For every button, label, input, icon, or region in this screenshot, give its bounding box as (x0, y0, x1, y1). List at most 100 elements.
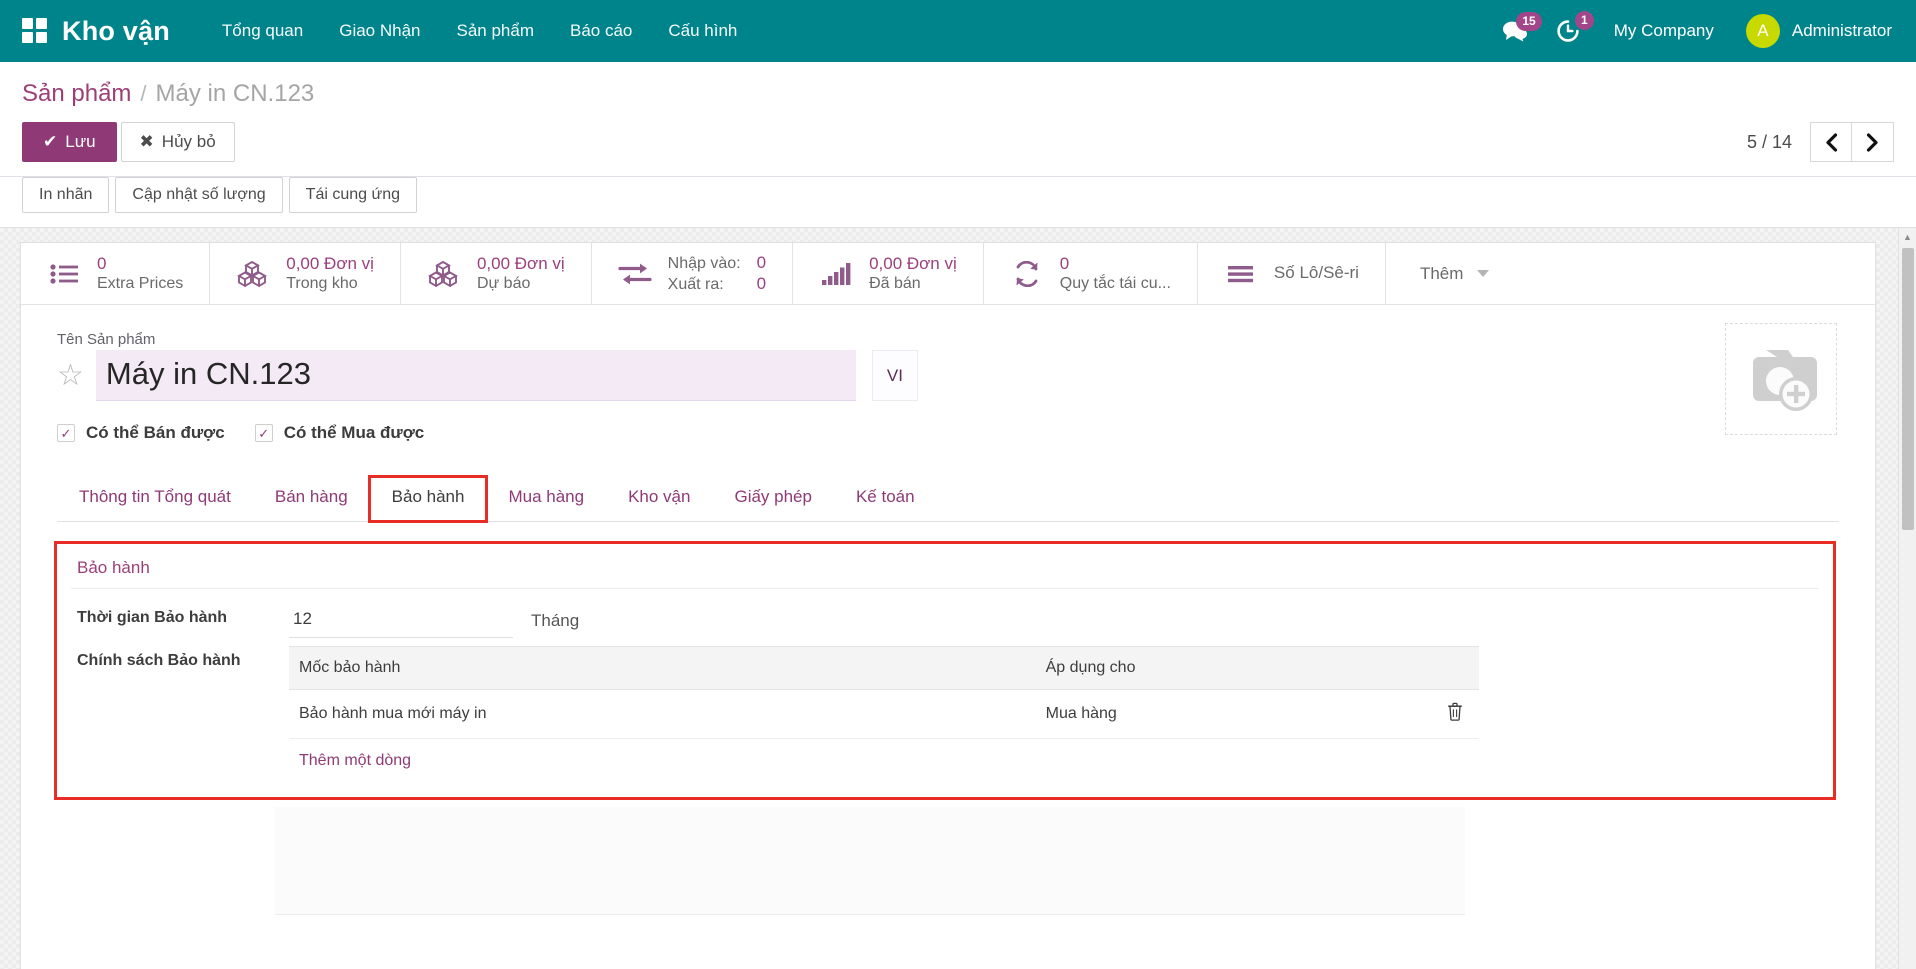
stat-in-value: 0 (757, 253, 766, 273)
language-badge[interactable]: VI (872, 350, 918, 401)
pager-next-button[interactable] (1852, 122, 1894, 162)
warranty-duration-input[interactable] (289, 603, 513, 638)
pager-previous-button[interactable] (1810, 122, 1852, 162)
top-navbar: Kho vận Tổng quan Giao Nhận Sản phẩm Báo… (0, 0, 1916, 62)
record-pager: 5 / 14 (1747, 122, 1894, 162)
activities-button[interactable]: 1 (1546, 13, 1596, 49)
stat-button-reordering-rules[interactable]: 0 Quy tắc tái cu... (984, 243, 1198, 304)
tab-pane-warranty: Bảo hành Thời gian Bảo hành Tháng Chính … (57, 522, 1839, 915)
print-label-button[interactable]: In nhãn (22, 177, 109, 213)
menu-item-bao-cao[interactable]: Báo cáo (552, 13, 650, 49)
stat-button-in-out[interactable]: Nhập vào: 0 Xuất ra: 0 (592, 243, 793, 304)
column-header-milestone[interactable]: Mốc bảo hành (289, 647, 1036, 690)
menu-item-cau-hinh[interactable]: Cấu hình (650, 13, 755, 49)
cubes-icon (236, 261, 270, 287)
checkbox-mark: ✓ (255, 424, 273, 442)
exchange-icon (618, 261, 652, 287)
update-quantity-button[interactable]: Cập nhật số lượng (115, 177, 282, 213)
company-switcher[interactable]: My Company (1598, 13, 1730, 49)
menu-item-tong-quan[interactable]: Tổng quan (204, 13, 321, 49)
scroll-up-icon[interactable]: ▲ (1899, 228, 1916, 246)
bars-icon (1224, 263, 1258, 285)
stat-more-label: Thêm (1420, 264, 1463, 284)
list-icon (47, 263, 81, 285)
product-image-upload[interactable] (1725, 323, 1837, 435)
tab-bao-hanh[interactable]: Bảo hành (370, 477, 487, 521)
activities-badge: 1 (1575, 11, 1594, 30)
trash-icon[interactable] (1447, 705, 1463, 725)
cell-applies-to[interactable]: Mua hàng (1036, 690, 1431, 739)
stat-out-value: 0 (757, 274, 766, 294)
stat-button-extra-prices[interactable]: 0 Extra Prices (21, 243, 210, 304)
breadcrumb-current: Máy in CN.123 (156, 80, 315, 108)
close-icon: ✖ (140, 132, 154, 152)
menu-item-san-pham[interactable]: Sản phẩm (439, 13, 553, 49)
navbar-right-group: 15 1 My Company A Administrator (1492, 8, 1898, 54)
table-add-row: Thêm một dòng (289, 739, 1479, 784)
tab-mua-hang[interactable]: Mua hàng (486, 477, 606, 521)
discard-button-label: Hủy bỏ (162, 132, 216, 152)
warranty-group-title: Bảo hành (71, 554, 1819, 589)
stat-label: Đã bán (869, 275, 921, 292)
stat-button-on-hand[interactable]: 0,00 Đơn vị Trong kho (210, 243, 401, 304)
stat-button-lot-serial[interactable]: Số Lô/Sê-ri (1198, 243, 1386, 304)
checkbox-can-be-sold[interactable]: ✓ Có thể Bán được (57, 423, 225, 443)
user-name: Administrator (1792, 21, 1892, 41)
menu-item-giao-nhan[interactable]: Giao Nhận (321, 13, 438, 49)
user-menu[interactable]: A Administrator (1732, 8, 1898, 54)
product-flags-row: ✓ Có thể Bán được ✓ Có thể Mua được (57, 423, 1839, 443)
stat-label: Trong kho (286, 275, 357, 292)
table-row[interactable]: Bảo hành mua mới máy in Mua hàng (289, 690, 1479, 739)
star-icon[interactable]: ☆ (57, 361, 84, 391)
breadcrumb-root[interactable]: Sản phẩm (22, 80, 131, 108)
breadcrumb: Sản phẩm / Máy in CN.123 (22, 62, 1894, 114)
warranty-duration-label: Thời gian Bảo hành (71, 595, 279, 627)
tab-giay-phep[interactable]: Giấy phép (712, 477, 834, 521)
tab-kho-van[interactable]: Kho vận (606, 477, 712, 521)
stat-in-label: Nhập vào: (668, 255, 741, 273)
stat-value: 0,00 Đơn vị (286, 254, 374, 273)
avatar: A (1746, 14, 1780, 48)
control-panel: Sản phẩm / Máy in CN.123 ✔ Lưu ✖ Hủy bỏ … (0, 62, 1916, 177)
pager-buttons (1810, 122, 1894, 162)
save-button[interactable]: ✔ Lưu (22, 122, 117, 162)
checkbox-mark: ✓ (57, 424, 75, 442)
product-name-input[interactable] (96, 350, 856, 401)
tab-ke-toan[interactable]: Kế toán (834, 477, 937, 521)
cell-delete[interactable] (1431, 690, 1479, 739)
chevron-right-icon (1866, 133, 1879, 152)
stat-value: 0 (97, 254, 106, 273)
stat-label: Extra Prices (97, 275, 183, 292)
bar-chart-icon (819, 262, 853, 286)
discard-button[interactable]: ✖ Hủy bỏ (121, 122, 235, 162)
content-scroll-area: 0 Extra Prices (0, 228, 1916, 969)
cell-milestone[interactable]: Bảo hành mua mới máy in (289, 690, 1036, 739)
apps-grid-icon[interactable] (22, 18, 48, 44)
checkbox-label: Có thể Bán được (86, 423, 225, 443)
replenish-button[interactable]: Tái cung ứng (289, 177, 417, 213)
column-header-applies-to[interactable]: Áp dụng cho (1036, 647, 1431, 690)
record-action-bar: In nhãn Cập nhật số lượng Tái cung ứng (0, 177, 1916, 228)
form-body: Tên Sản phẩm ☆ VI ✓ Có thể Bán được ✓ Có… (21, 305, 1875, 915)
stat-inout-grid: Nhập vào: 0 Xuất ra: 0 (668, 253, 766, 294)
form-notebook-tabs: Thông tin Tổng quát Bán hàng Bảo hành Mu… (57, 477, 1839, 522)
stat-button-row: 0 Extra Prices (21, 243, 1875, 305)
stat-button-sold[interactable]: 0,00 Đơn vị Đã bán (793, 243, 984, 304)
column-header-actions (1431, 647, 1479, 690)
stat-out-label: Xuất ra: (668, 276, 741, 294)
caret-down-icon (1477, 270, 1489, 277)
vertical-scrollbar[interactable]: ▲ ▼ (1898, 228, 1916, 969)
messages-button[interactable]: 15 (1492, 14, 1544, 48)
checkbox-can-be-purchased[interactable]: ✓ Có thể Mua được (255, 423, 425, 443)
add-a-line-button[interactable]: Thêm một dòng (289, 739, 421, 783)
warranty-duration-unit: Tháng (531, 611, 579, 631)
product-name-row: ☆ VI (57, 350, 1839, 401)
scrollbar-thumb[interactable] (1902, 248, 1914, 530)
tab-ban-hang[interactable]: Bán hàng (253, 477, 370, 521)
warranty-form-grid: Thời gian Bảo hành Tháng Chính sách Bảo … (71, 595, 1819, 783)
app-brand-title[interactable]: Kho vận (62, 16, 170, 47)
warranty-duration-field: Tháng (289, 595, 1819, 638)
stat-more-dropdown[interactable]: Thêm (1386, 243, 1523, 304)
tab-thong-tin-tong-quat[interactable]: Thông tin Tổng quát (57, 477, 253, 521)
stat-button-forecasted[interactable]: 0,00 Đơn vị Dự báo (401, 243, 592, 304)
